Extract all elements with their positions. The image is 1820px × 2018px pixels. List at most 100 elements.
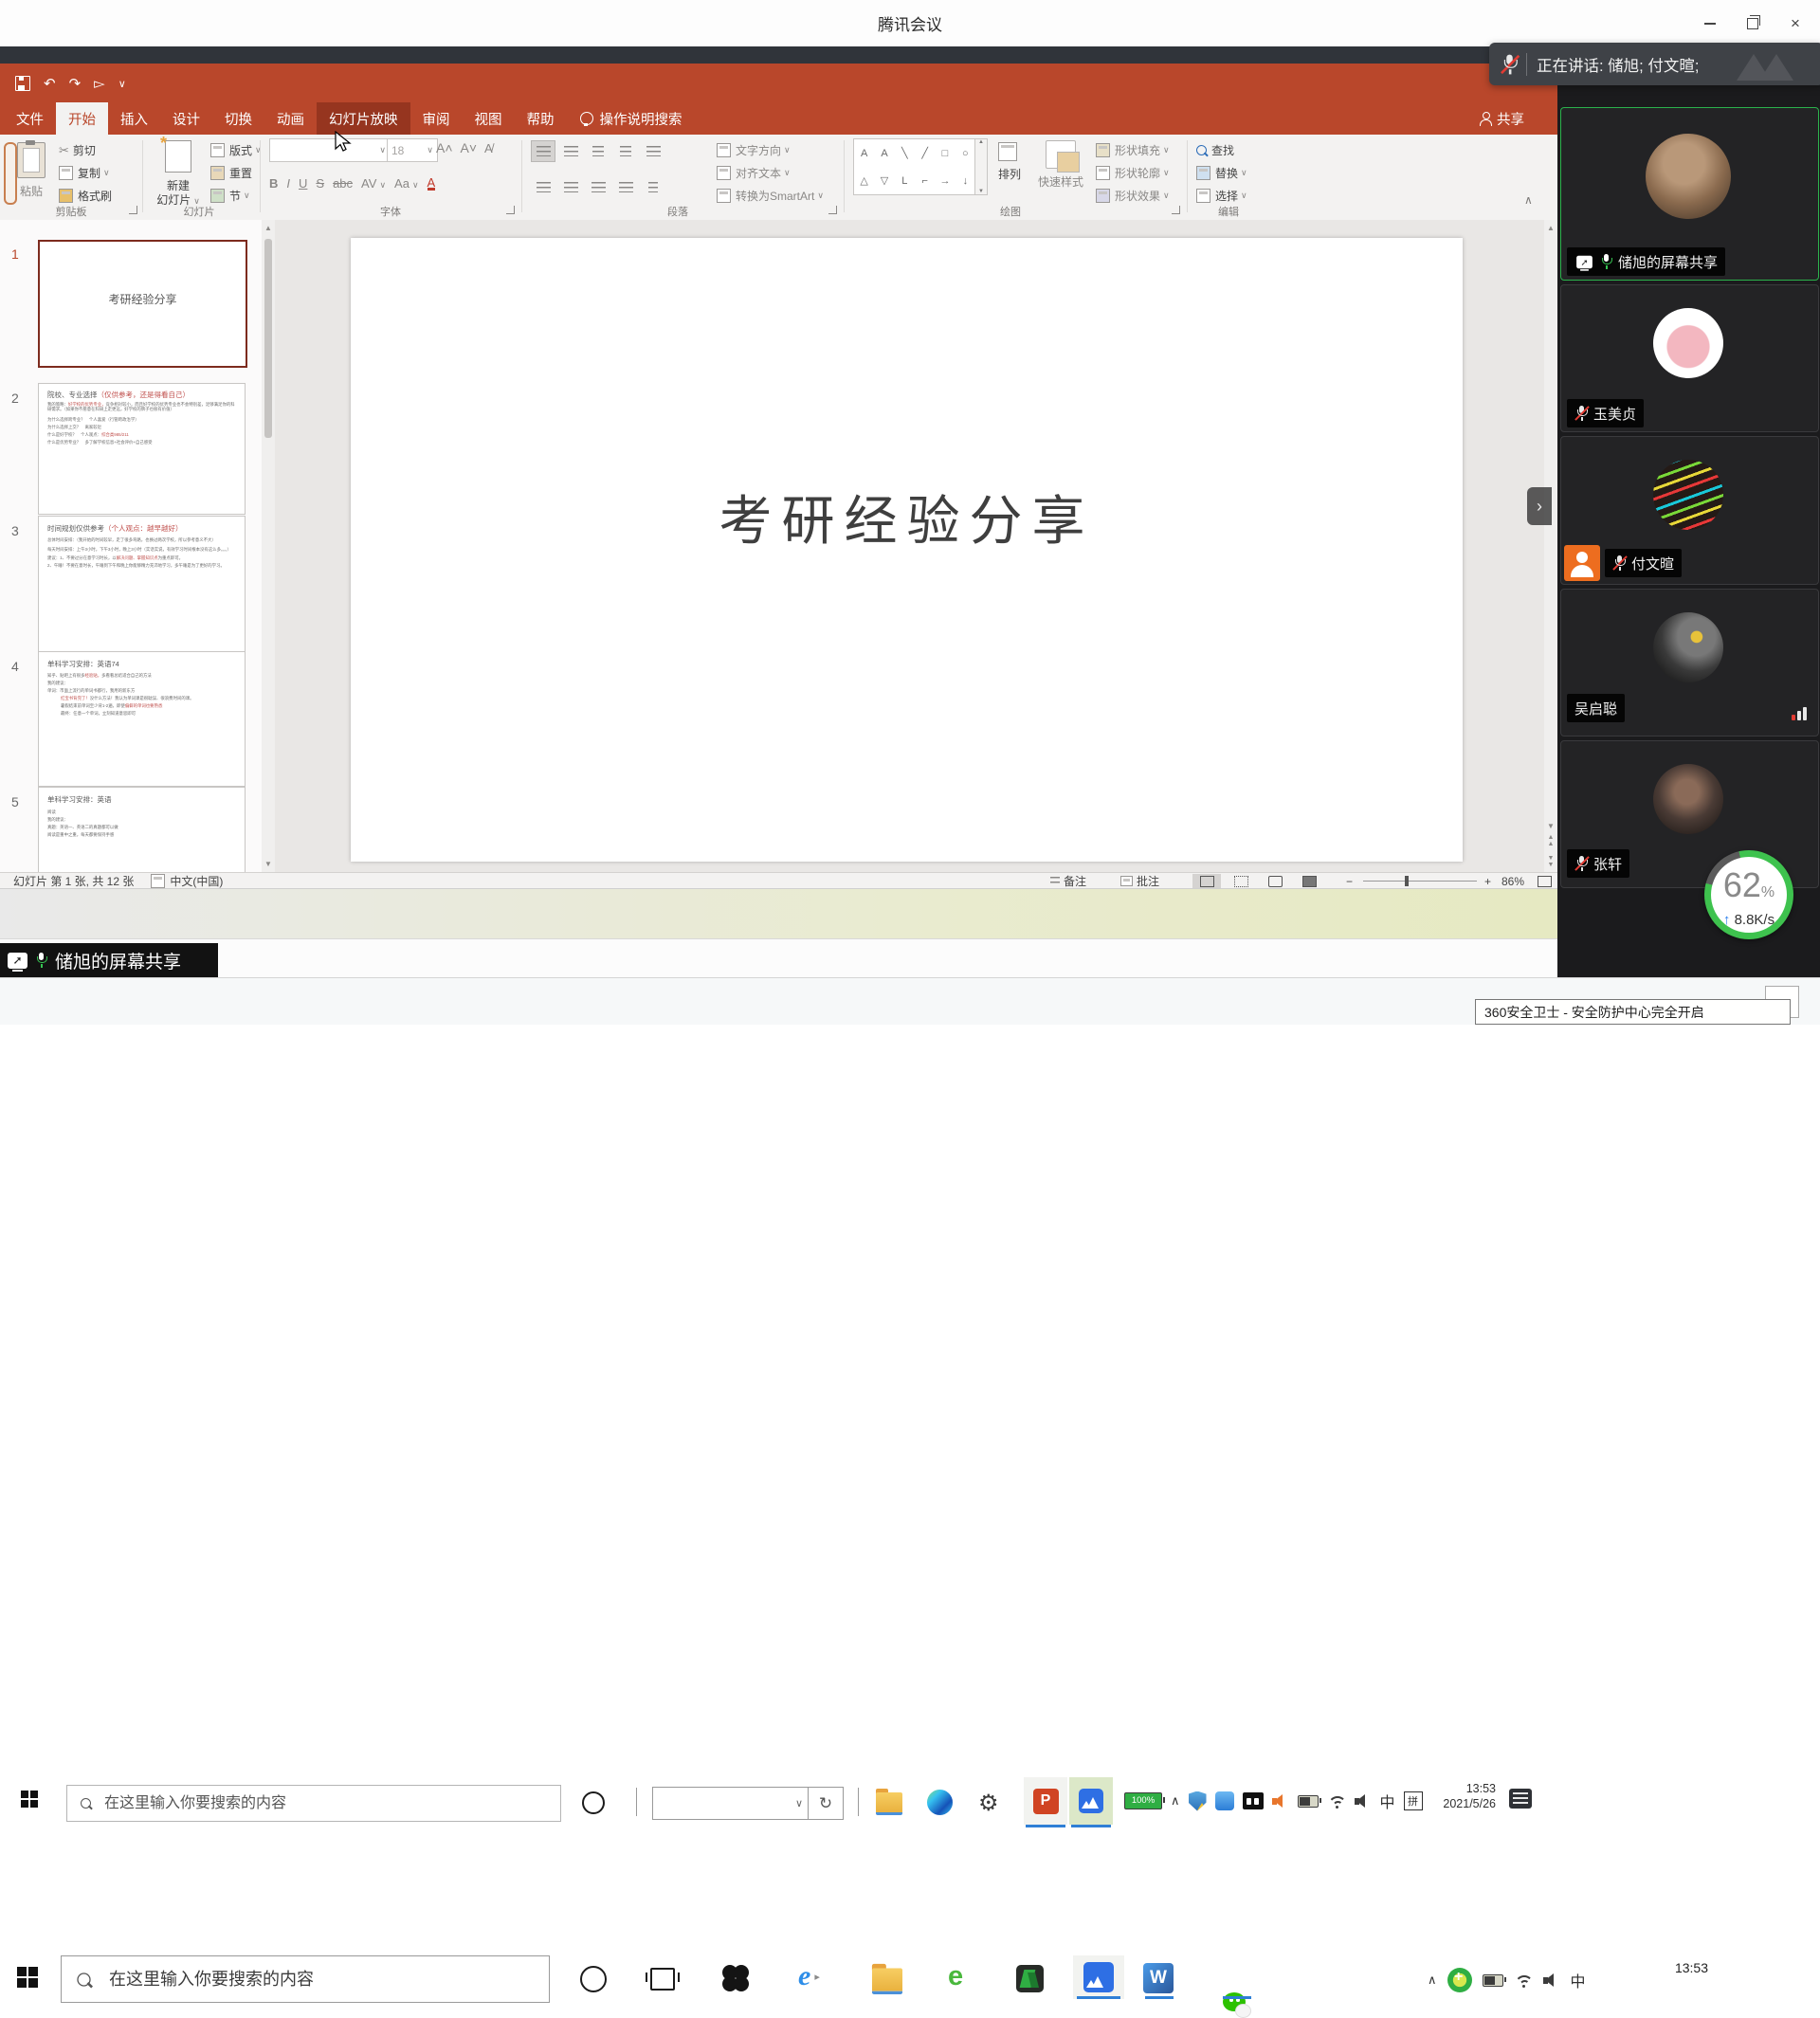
scroll-down-icon[interactable]: ▼ [262,860,275,868]
slide-title-text[interactable]: 考研经验分享 [351,479,1463,555]
360-tray-icon[interactable] [1447,1968,1472,1992]
language-status[interactable]: 中文(中国) [170,873,223,889]
subscript-button[interactable]: abc [333,176,353,191]
customize-qat-icon[interactable]: ∨ [118,78,126,90]
cut-button[interactable]: ✂剪切 [59,142,96,158]
normal-view-button[interactable] [1192,874,1221,888]
refresh-button[interactable]: ↻ [808,1787,844,1820]
slide-thumbnail-1[interactable]: 考研经验分享 [38,240,247,368]
numbering-button[interactable] [558,140,583,162]
wifi-icon[interactable] [1327,1794,1346,1809]
align-center-button[interactable] [558,176,583,198]
ime-indicator[interactable]: 中 [1571,1969,1586,1991]
scroll-up-icon[interactable]: ▲ [1544,220,1557,232]
shared-clock[interactable]: 13:532021/5/26 [1428,1781,1496,1811]
sidebar-collapse-handle[interactable]: › [1527,487,1552,525]
notes-button[interactable]: 备注 [1050,873,1086,889]
font-dialog-launcher-icon[interactable] [506,206,515,214]
copy-button[interactable]: 复制∨ [59,165,110,181]
spellcheck-icon[interactable] [151,874,165,888]
save-icon[interactable] [15,76,30,91]
clipboard-dialog-launcher-icon[interactable] [129,206,137,214]
media-player-icon[interactable] [1243,1792,1264,1809]
reading-view-button[interactable] [1261,874,1289,888]
file-explorer-icon[interactable] [874,1970,901,1994]
slideshow-view-button[interactable] [1295,874,1323,888]
battery-icon[interactable] [1483,1974,1503,1987]
shape-effects-button[interactable]: 形状效果∨ [1096,188,1170,204]
settings-gear-icon[interactable]: ⚙ [978,1790,999,1817]
battery2-icon[interactable] [1298,1795,1319,1808]
shape-outline-button[interactable]: 形状轮廓∨ [1096,165,1170,181]
ime-indicator[interactable]: 中 [1380,1790,1395,1812]
shared-search-box[interactable] [66,1785,561,1822]
text-direction-button[interactable]: 文字方向∨ [717,142,791,158]
shapes-gallery[interactable]: AA╲╱□○ △▽L⌐→↓ [853,138,976,195]
canvas-scrollbar[interactable]: ▲ ▼ ▲▲ ▼▼ [1544,220,1557,872]
select-button[interactable]: 选择∨ [1196,188,1247,204]
tab-animations[interactable]: 动画 [264,102,317,135]
360-shield-icon[interactable] [1189,1791,1207,1811]
change-case-button[interactable]: Aa∨ [394,176,419,191]
wifi-icon[interactable] [1514,1973,1533,1988]
cortana-icon[interactable] [582,1791,605,1819]
char-spacing-button[interactable]: AV∨ [361,176,386,191]
increase-indent-button[interactable] [613,140,638,162]
font-color-button[interactable]: A [428,177,436,191]
underline-button[interactable]: U [299,176,307,191]
thumbnail-scroll-thumb[interactable] [264,239,272,438]
meeting-taskbar-icon[interactable] [1069,1777,1113,1825]
close-icon[interactable]: × [1781,13,1810,34]
shapes-gallery-scroll[interactable]: ▲▼ [974,138,988,195]
next-slide-icon[interactable]: ▼▼ [1544,855,1557,868]
hidden-icons-chevron[interactable]: ∧ [1428,1973,1437,1988]
justify-button[interactable] [613,176,638,198]
new-slide-button[interactable]: * 新建 幻灯片∨ [152,140,205,208]
strike-button[interactable]: S [316,176,324,191]
scroll-down-icon[interactable]: ▼ [1544,822,1557,830]
clear-format-icon[interactable]: A̸ [484,141,493,155]
zoom-slider-thumb[interactable] [1405,876,1409,886]
undo-icon[interactable]: ↶ [44,75,56,92]
360-browser-icon[interactable] [722,1965,749,1991]
arrange-button[interactable]: 排列 [992,142,1028,182]
tab-file[interactable]: 文件 [4,102,56,135]
tab-slideshow[interactable]: 幻灯片放映 [317,102,410,135]
slide-thumbnail-3[interactable]: 时间规划仅供参考（个人观点：越早越好） 总体时间安排：（我开始的时间较早，走了很… [38,516,246,652]
slide-thumbnail-5[interactable]: 单科学习安排：英语 阅读 我的建议： 真题：英语一、英语二的真题都可以做 阅读是… [38,787,246,872]
participant-tile-fuwenxuan[interactable]: 付文暄 [1560,436,1819,585]
360se-green-icon[interactable]: e [948,1961,963,1992]
font-size-combo[interactable]: 18∨ [387,138,438,162]
layout-button[interactable]: 版式∨ [210,142,262,158]
tab-home[interactable]: 开始 [56,102,108,135]
grow-font-icon[interactable]: A˄ [436,140,453,155]
shared-search-input[interactable] [102,1794,466,1813]
quick-styles-button[interactable]: 快速样式 [1031,140,1090,190]
align-right-button[interactable] [586,176,610,198]
qq-icon[interactable] [1215,1791,1234,1810]
local-search-box[interactable] [61,1955,550,2003]
zoom-level[interactable]: 86% [1502,875,1524,888]
speaker-orange-icon[interactable] [1272,1793,1289,1809]
shared-start-button[interactable] [21,1791,38,1808]
share-button[interactable]: 共享 [1479,109,1524,129]
tab-help[interactable]: 帮助 [515,102,567,135]
decrease-indent-button[interactable] [586,140,610,162]
slide-thumbnail-2[interactable]: 院校、专业选择（仅供参考，还是得看自己） 我的策略：好学校的优势专业，竞争相对较… [38,383,246,515]
zoom-out-icon[interactable]: − [1346,875,1353,888]
paste-button[interactable]: 粘贴 [15,142,47,199]
align-text-button[interactable]: 对齐文本∨ [717,165,791,181]
italic-button[interactable]: I [286,176,290,191]
font-name-combo[interactable]: ∨ [269,138,391,162]
local-search-input[interactable] [107,1969,490,1991]
local-clock[interactable]: 13:53 [1642,1960,1708,1975]
participant-tile-yumeizhen[interactable]: 玉美贞 [1560,284,1819,432]
tab-view[interactable]: 视图 [463,102,515,135]
replace-button[interactable]: 替换∨ [1196,165,1247,181]
tab-review[interactable]: 审阅 [410,102,463,135]
shrink-font-icon[interactable]: A˅ [461,140,478,155]
net-speed-ball[interactable]: 62% ↑ 8.8K/s [1704,850,1793,939]
battery-icon[interactable]: 100% [1124,1792,1162,1809]
bold-button[interactable]: B [269,176,278,191]
find-button[interactable]: 查找 [1196,142,1234,158]
